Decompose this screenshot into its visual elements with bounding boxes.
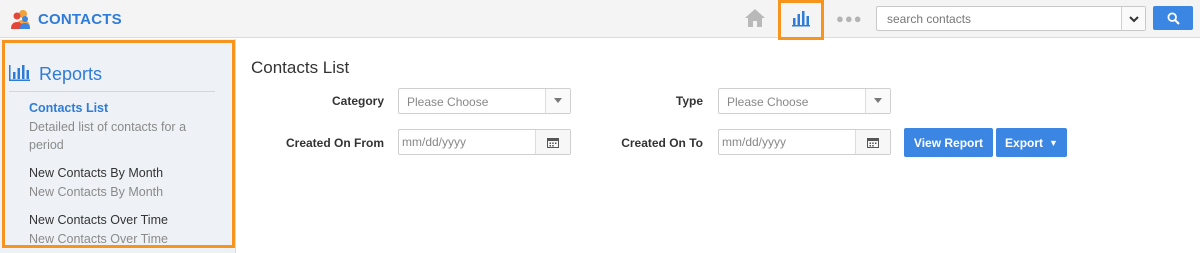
page-title: Contacts List (251, 58, 350, 77)
created-to-input[interactable] (719, 130, 855, 154)
search-icon (1166, 11, 1180, 25)
export-label: Export (1005, 135, 1044, 150)
view-report-button[interactable]: View Report (904, 128, 993, 157)
reports-sidebar: Reports Contacts List Detailed list of c… (0, 39, 236, 253)
sidebar-item-description: New Contacts Over Time (29, 232, 168, 246)
caret-down-icon (865, 89, 890, 113)
more-options-icon[interactable]: ●●● (836, 11, 863, 26)
sidebar-item-label: Contacts List (29, 101, 109, 115)
sidebar-item-label: New Contacts Over Time (29, 213, 168, 227)
sidebar-item-new-contacts-by-month[interactable]: New Contacts By Month New Contacts By Mo… (29, 165, 219, 201)
bar-chart-icon (791, 9, 811, 32)
created-from-label: Created On From (285, 136, 384, 150)
sidebar-title: Reports (39, 64, 103, 84)
category-select[interactable]: Please Choose (398, 88, 571, 114)
top-bar: CONTACTS ●●● (0, 0, 1200, 40)
created-from-input[interactable] (399, 130, 535, 154)
category-select-value: Please Choose (407, 95, 489, 109)
reports-nav-button[interactable] (778, 0, 824, 40)
created-from-field (398, 129, 571, 155)
contacts-icon (10, 8, 32, 30)
sidebar-item-new-contacts-over-time[interactable]: New Contacts Over Time New Contacts Over… (29, 212, 219, 248)
search-dropdown-toggle[interactable] (1121, 7, 1145, 30)
calendar-icon[interactable] (855, 130, 890, 154)
chevron-down-icon (1128, 15, 1139, 22)
sidebar-divider (9, 91, 215, 92)
type-select[interactable]: Please Choose (718, 88, 891, 114)
app-brand[interactable]: CONTACTS (10, 8, 122, 30)
search-input[interactable] (877, 7, 1121, 30)
caret-down-icon: ▼ (1049, 137, 1058, 148)
sidebar-header: Reports (9, 63, 102, 86)
view-report-label: View Report (913, 135, 984, 150)
sidebar-item-contacts-list[interactable]: Contacts List Detailed list of contacts … (29, 100, 219, 154)
sidebar-item-label: New Contacts By Month (29, 166, 164, 180)
sidebar-item-description: New Contacts By Month (29, 185, 164, 199)
type-select-value: Please Choose (727, 95, 809, 109)
home-icon[interactable] (744, 8, 766, 28)
category-label: Category (331, 94, 384, 108)
search-button[interactable] (1153, 6, 1193, 30)
bar-chart-icon (9, 63, 31, 86)
created-to-field (718, 129, 891, 155)
export-button[interactable]: Export ▼ (996, 128, 1067, 157)
type-label: Type (675, 94, 703, 108)
sidebar-item-description: Detailed list of contacts for a period (29, 120, 187, 152)
app-title: CONTACTS (38, 10, 122, 28)
search-box (876, 6, 1146, 31)
created-to-label: Created On To (621, 136, 703, 150)
